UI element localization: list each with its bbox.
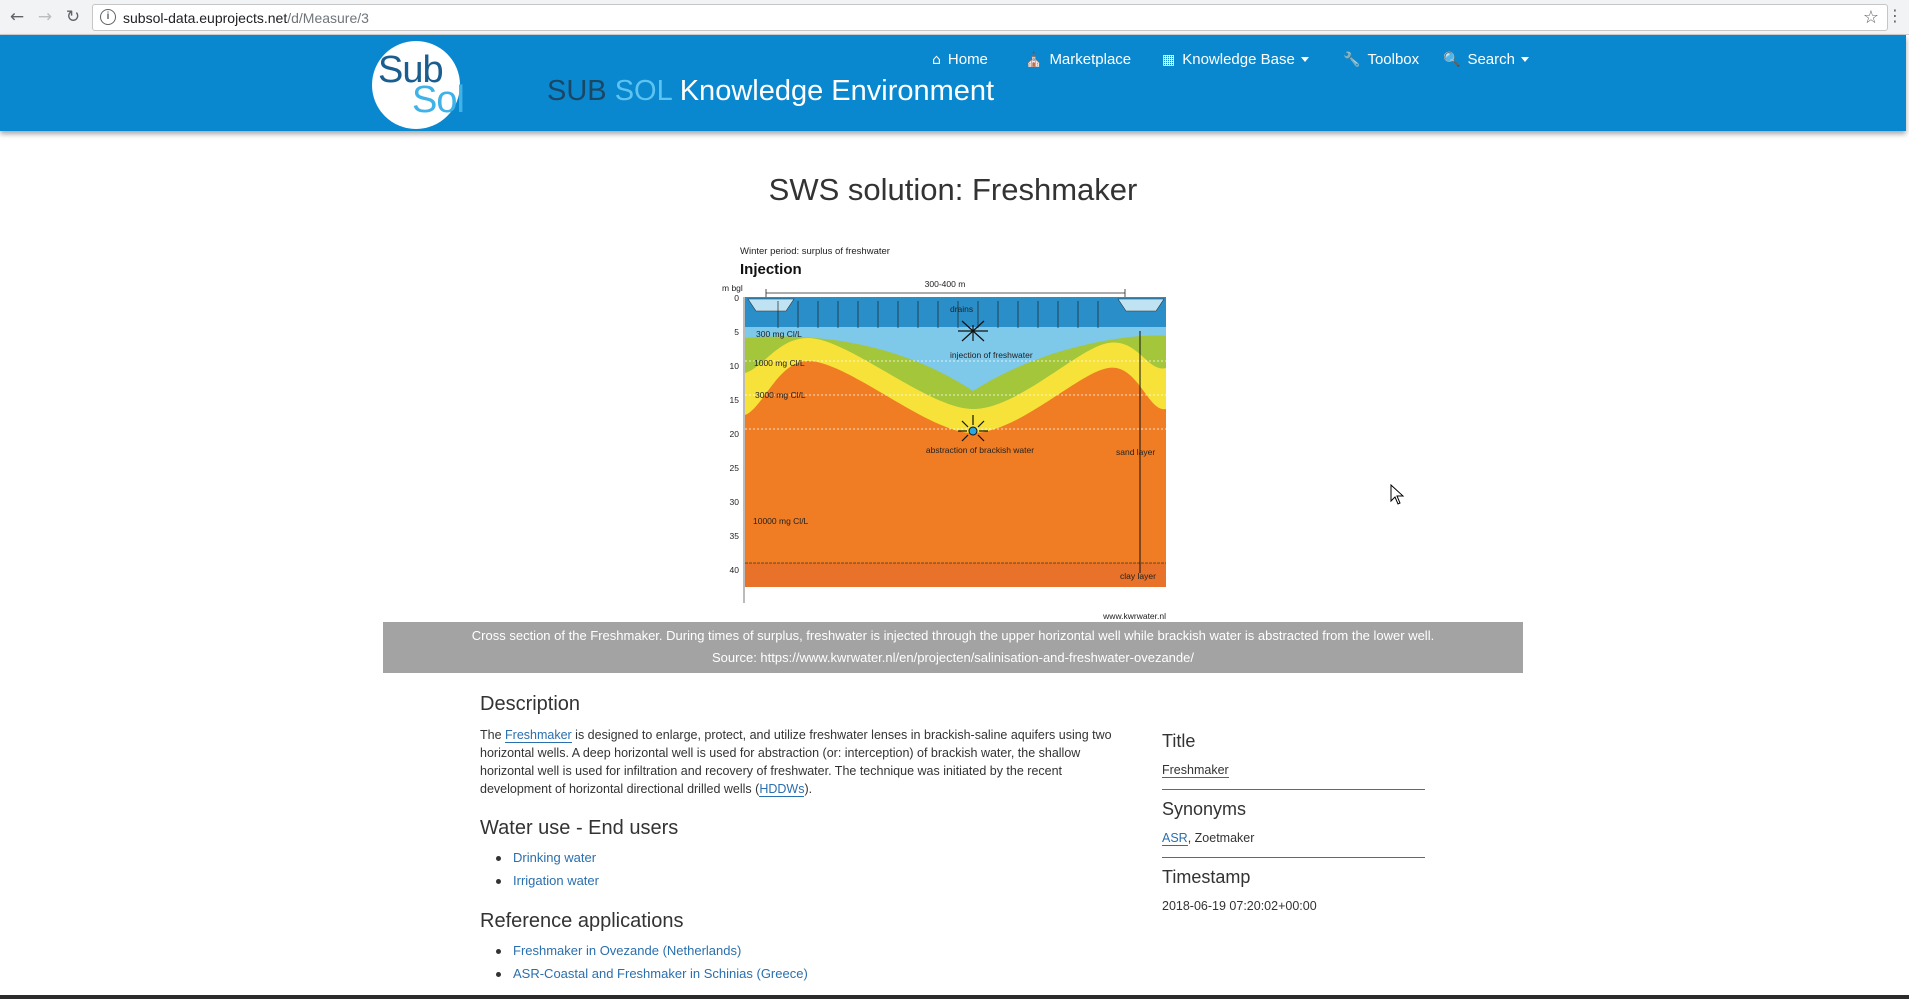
address-bar[interactable]: i subsol-data.euprojects.net/d/Measure/3… [92, 4, 1888, 31]
wrench-icon: 🔧 [1343, 51, 1361, 68]
nav-toolbox[interactable]: 🔧 Toolbox [1343, 51, 1419, 68]
divider [1162, 789, 1425, 790]
forward-icon[interactable]: → [34, 6, 56, 28]
depth-tick: 15 [730, 395, 740, 405]
nav-knowledge-base[interactable]: ▦ Knowledge Base [1162, 51, 1309, 68]
timestamp-heading: Timestamp [1162, 867, 1251, 887]
clay-layer [745, 563, 1166, 587]
info-icon[interactable]: i [100, 9, 116, 25]
title-value-link[interactable]: Freshmaker [1162, 763, 1229, 778]
abstraction-well [968, 426, 978, 436]
water-use-heading: Water use - End users [480, 817, 679, 839]
asr-link[interactable]: ASR [1162, 831, 1188, 846]
list-item: Freshmaker in Ovezande (Netherlands) [496, 942, 808, 965]
description-heading: Description [480, 693, 581, 715]
axis-unit: m bgl [722, 283, 743, 293]
caption-line-1: Cross section of the Freshmaker. During … [471, 628, 1435, 643]
depth-tick: 20 [730, 429, 740, 439]
depth-tick: 25 [730, 463, 740, 473]
depth-tick: 40 [730, 565, 740, 575]
synonyms-value: ASR, Zoetmaker [1162, 831, 1255, 846]
hddws-link[interactable]: HDDWs [759, 782, 805, 797]
home-icon: ⌂ [932, 51, 941, 68]
back-icon[interactable]: ← [6, 6, 28, 28]
list-item: Drinking water [496, 849, 599, 872]
caption-line-2: Source: https://www.kwrwater.nl/en/proje… [712, 650, 1194, 665]
depth-tick: 10 [730, 361, 740, 371]
nav-marketplace[interactable]: ⛪ Marketplace [1025, 51, 1131, 68]
nav-home[interactable]: ⌂ Home [932, 51, 988, 68]
drains-label: drains [950, 304, 973, 314]
reference-schinias-link[interactable]: ASR-Coastal and Freshmaker in Schinias (… [513, 966, 808, 981]
c10000-label: 10000 mg Cl/L [753, 516, 809, 526]
figure-header-big: Injection [740, 261, 802, 278]
depth-tick: 30 [730, 497, 740, 507]
sand-label: sand layer [1116, 447, 1155, 457]
depth-tick: 0 [734, 293, 739, 303]
nav-search[interactable]: 🔍 Search [1443, 51, 1529, 68]
synonyms-heading: Synonyms [1162, 799, 1247, 819]
nav-marketplace-label: Marketplace [1049, 51, 1132, 68]
c300-label: 300 mg Cl/L [756, 329, 802, 339]
list-item: Irrigation water [496, 872, 599, 895]
credit-label: www.kwrwater.nl [1102, 611, 1166, 621]
ditch-left [747, 298, 795, 312]
c3000-label: 3000 mg Cl/L [755, 390, 806, 400]
irrigation-water-link[interactable]: Irrigation water [513, 873, 599, 888]
site-title: SUB SOL Knowledge Environment [547, 75, 995, 107]
timestamp-value: 2018-06-19 07:20:02+00:00 [1162, 899, 1317, 913]
divider [1162, 857, 1425, 858]
c1000-label: 1000 mg Cl/L [754, 358, 805, 368]
nav-knowledge-base-label: Knowledge Base [1182, 51, 1295, 68]
drinking-water-link[interactable]: Drinking water [513, 850, 596, 865]
search-icon: 🔍 [1443, 51, 1461, 68]
star-icon[interactable]: ☆ [1863, 7, 1879, 28]
figure-caption: Cross section of the Freshmaker. During … [383, 622, 1523, 673]
subsol-logo[interactable]: Sub Sol [372, 41, 465, 129]
title-heading: Title [1162, 731, 1196, 751]
mouse-cursor-icon [1390, 484, 1405, 505]
depth-axis: 0 5 10 15 20 25 30 35 40 [730, 293, 740, 575]
caret-down-icon [1520, 57, 1529, 62]
bank-icon: ⛪ [1025, 51, 1043, 68]
taskbar-strip [0, 995, 1909, 999]
list-item: ASR-Coastal and Freshmaker in Schinias (… [496, 965, 808, 988]
description-text: The Freshmaker is designed to enlarge, p… [480, 728, 1112, 797]
reference-heading: Reference applications [480, 910, 684, 932]
nav-home-label: Home [947, 51, 988, 68]
reload-icon[interactable]: ↻ [62, 6, 84, 28]
abstraction-label: abstraction of brackish water [926, 445, 1034, 455]
caret-down-icon [1300, 57, 1309, 62]
depth-tick: 35 [730, 531, 740, 541]
site-navbar: Sub Sol SUB SOL Knowledge Environment ⌂ … [0, 35, 1906, 131]
reference-list: Freshmaker in Ovezande (Netherlands) ASR… [496, 942, 808, 988]
width-label: 300-400 m [925, 279, 966, 289]
url-text: subsol-data.euprojects.net/d/Measure/3 [123, 10, 369, 26]
page-title: SWS solution: Freshmaker [768, 172, 1138, 207]
clay-label: clay layer [1120, 571, 1156, 581]
freshmaker-cross-section-figure: Winter period: surplus of freshwater Inj… [722, 246, 1166, 621]
nav-toolbox-label: Toolbox [1367, 51, 1420, 68]
figure-header-small: Winter period: surplus of freshwater [740, 246, 890, 257]
depth-tick: 5 [734, 327, 739, 337]
injection-label: injection of freshwater [950, 350, 1033, 360]
browser-toolbar: ← → ↻ i subsol-data.euprojects.net/d/Mea… [0, 0, 1909, 35]
water-use-list: Drinking water Irrigation water [496, 849, 599, 895]
reference-ovezande-link[interactable]: Freshmaker in Ovezande (Netherlands) [513, 943, 741, 958]
freshmaker-link[interactable]: Freshmaker [505, 728, 572, 743]
nav-search-label: Search [1467, 51, 1515, 68]
menu-kebab-icon[interactable]: ⋮ [1887, 6, 1903, 25]
ditch-right [1117, 298, 1165, 312]
table-icon: ▦ [1162, 51, 1176, 68]
